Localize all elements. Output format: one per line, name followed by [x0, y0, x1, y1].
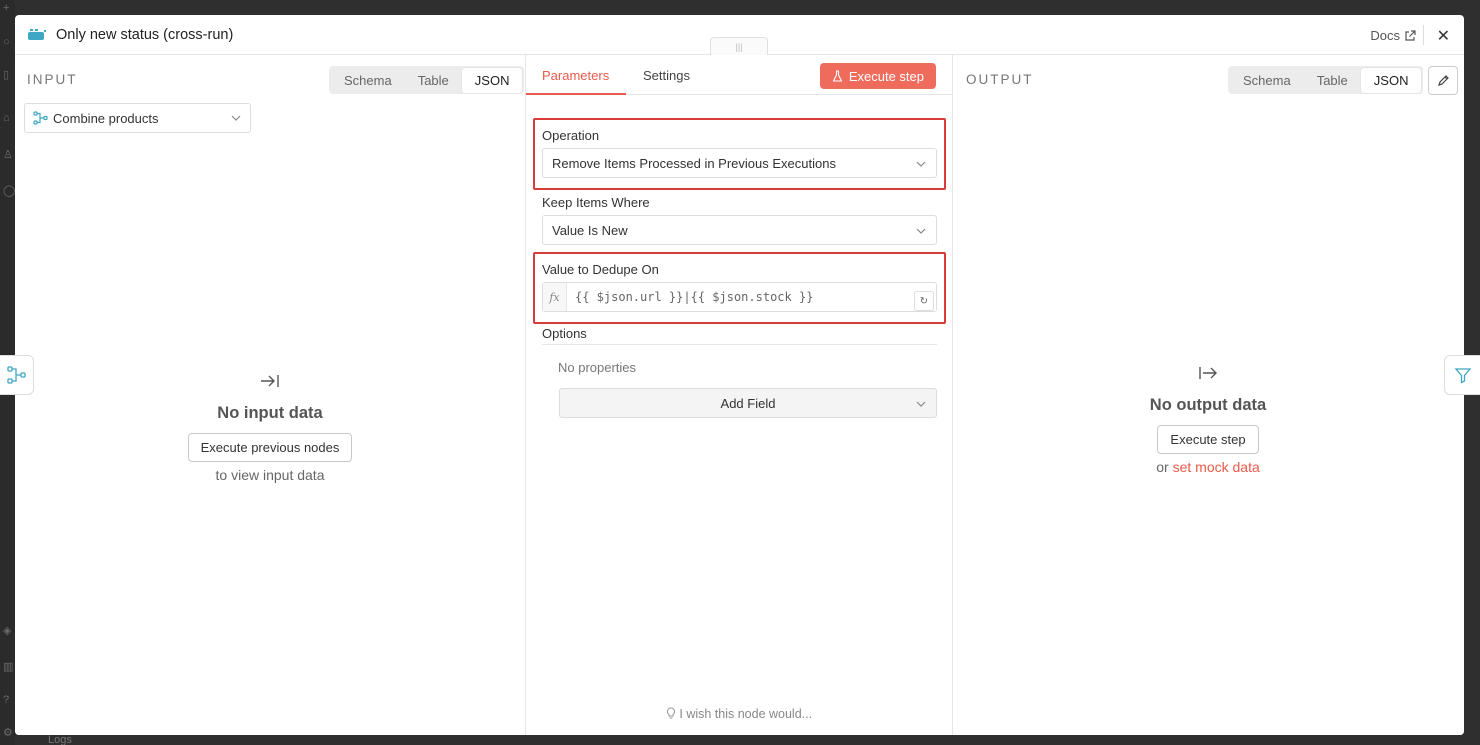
input-arrow-icon [261, 375, 279, 387]
close-icon[interactable]: ✕ [1437, 26, 1450, 46]
add-field-label: Add Field [720, 395, 776, 411]
external-link-icon [1405, 29, 1416, 41]
input-node-select-value: Combine products [53, 110, 159, 126]
input-empty-title: No input data [217, 404, 323, 422]
output-view-table[interactable]: Table [1304, 68, 1361, 93]
dedupe-expression-input[interactable]: fx {{ $json.url }}|{{ $json.stock }} ↻ [542, 282, 937, 312]
edit-output-button[interactable] [1428, 66, 1458, 95]
input-node-toggle[interactable] [0, 355, 34, 395]
background-logs-label: Logs [48, 734, 72, 745]
filter-icon [1454, 368, 1471, 384]
input-view-json[interactable]: JSON [461, 67, 523, 93]
output-empty-state: No output data Execute step or set mock … [1103, 365, 1313, 475]
output-filter-toggle[interactable] [1444, 355, 1480, 395]
execute-step-button[interactable]: Execute step [819, 63, 936, 89]
workflow-icon [6, 366, 26, 384]
active-tab-indicator [526, 93, 626, 95]
parameters-tabs: Parameters Settings Execute step [526, 55, 952, 95]
docs-label: Docs [1370, 28, 1400, 43]
input-panel: INPUT Schema Table JSON Combine products… [15, 55, 525, 735]
set-mock-data-link[interactable]: set mock data [1173, 459, 1260, 475]
output-empty-title: No output data [1149, 396, 1267, 414]
background-layers-icon: ◈ [3, 625, 12, 637]
background-user-icon: ♙ [3, 149, 13, 161]
lightbulb-icon [666, 707, 675, 719]
no-properties-text: No properties [558, 360, 637, 375]
input-empty-state: No input data Execute previous nodes to … [165, 373, 375, 483]
output-arrow-icon [1199, 367, 1217, 379]
pencil-icon [1437, 75, 1449, 86]
feedback-link[interactable]: I wish this node would... [526, 707, 952, 721]
output-view-switcher: Schema Table JSON [1228, 66, 1424, 94]
execute-step-label: Execute step [848, 68, 924, 84]
chevron-down-icon [231, 115, 241, 121]
background-chart-icon: ▥ [3, 661, 14, 673]
tab-settings[interactable]: Settings [643, 68, 690, 83]
options-label: Options [542, 326, 587, 341]
operation-value: Remove Items Processed in Previous Execu… [552, 155, 836, 171]
background-settings-icon: ⚙ [3, 727, 13, 739]
input-view-schema[interactable]: Schema [331, 68, 405, 93]
input-node-select[interactable]: Combine products [24, 103, 251, 133]
docs-link[interactable]: Docs [1370, 28, 1416, 43]
keep-items-select[interactable]: Value Is New [542, 215, 937, 245]
tab-parameters[interactable]: Parameters [542, 68, 609, 83]
chevron-down-icon [916, 161, 926, 167]
operation-label: Operation [542, 128, 600, 143]
flask-icon [832, 70, 843, 82]
background-plus-icon: + [3, 2, 10, 14]
parameters-panel: Parameters Settings Execute step Operati… [525, 55, 953, 735]
chevron-down-icon [916, 401, 926, 407]
node-title[interactable]: Only new status (cross-run) [56, 27, 233, 43]
keep-items-label: Keep Items Where [542, 195, 650, 210]
input-view-table[interactable]: Table [405, 68, 462, 93]
input-view-switcher: Schema Table JSON [329, 66, 525, 94]
input-helper-text: to view input data [215, 467, 325, 483]
keep-items-value: Value Is New [552, 222, 628, 238]
header-divider [1423, 25, 1424, 45]
output-execute-step-button[interactable]: Execute step [1157, 425, 1259, 454]
dedupe-expression-value: {{ $json.url }}|{{ $json.stock }} [575, 290, 814, 304]
chevron-down-icon [916, 228, 926, 234]
execute-previous-nodes-button[interactable]: Execute previous nodes [187, 433, 353, 462]
workflow-icon [33, 111, 48, 125]
output-panel: OUTPUT Schema Table JSON No output data … [953, 55, 1464, 735]
feedback-text: I wish this node would... [679, 707, 813, 721]
add-field-button[interactable]: Add Field [559, 388, 937, 418]
background-panel-icon: ▯ [3, 69, 10, 81]
background-help-icon: ? [3, 694, 10, 706]
expression-reset-icon[interactable]: ↻ [914, 291, 934, 311]
options-divider [542, 344, 937, 345]
expression-fx-icon: fx [543, 283, 567, 311]
output-helper: or set mock data [1103, 459, 1313, 475]
node-icon [28, 29, 46, 40]
output-helper-prefix: or [1156, 459, 1169, 475]
output-panel-label: OUTPUT [966, 72, 1034, 87]
dedupe-label: Value to Dedupe On [542, 262, 659, 277]
background-search-icon: ○ [3, 36, 10, 48]
input-panel-label: INPUT [27, 72, 78, 87]
panel-drag-handle[interactable]: ||| [710, 37, 768, 55]
operation-select[interactable]: Remove Items Processed in Previous Execu… [542, 148, 937, 178]
output-view-schema[interactable]: Schema [1230, 68, 1304, 93]
node-details-modal: Only new status (cross-run) Docs ✕ ||| I… [15, 15, 1464, 735]
output-view-json[interactable]: JSON [1360, 67, 1422, 93]
background-chat-icon: ◯ [3, 185, 16, 197]
background-home-icon: ⌂ [3, 112, 10, 124]
